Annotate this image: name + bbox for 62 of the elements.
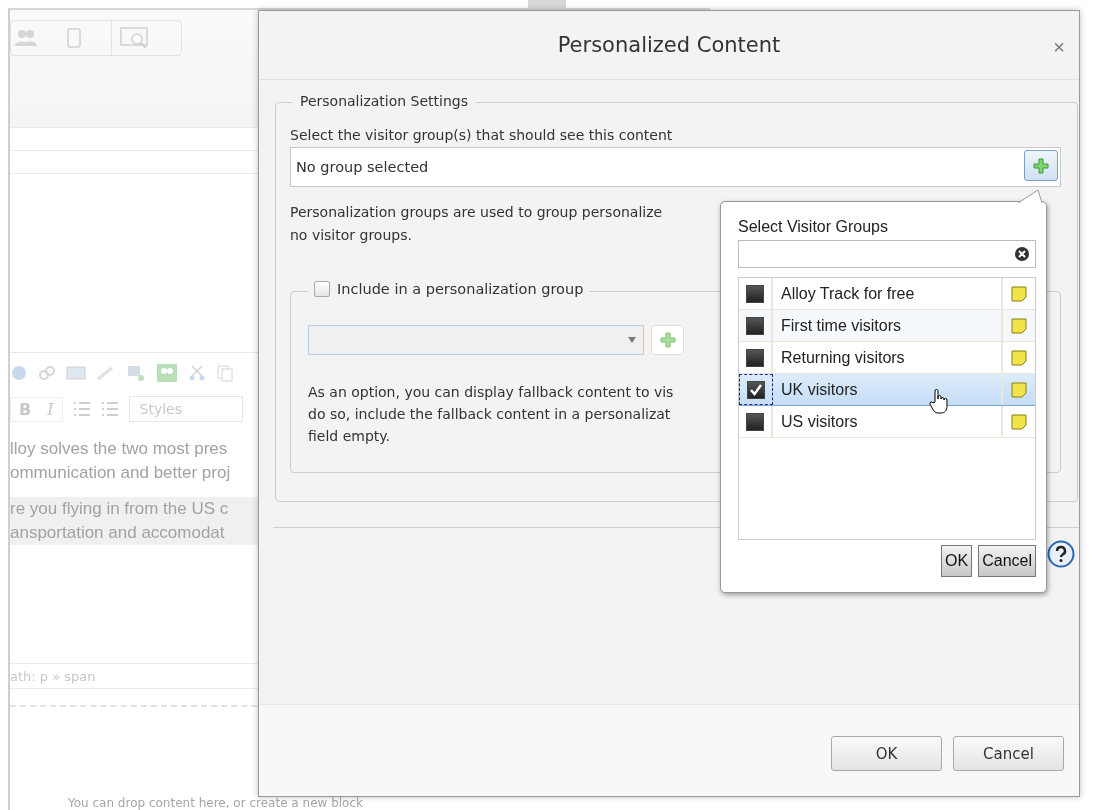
people-icon[interactable]: [15, 29, 37, 47]
group-name: US visitors: [780, 411, 858, 432]
group-checkbox[interactable]: [747, 380, 765, 399]
phone-icon[interactable]: [67, 28, 81, 48]
description-text: Personalization groups are used to group personalize: [290, 203, 663, 222]
group-name: First time visitors: [780, 315, 901, 336]
group-name: UK visitors: [780, 379, 858, 400]
fallback-text: do so, include the fallback content in a personalizat: [308, 405, 671, 424]
note-icon[interactable]: [1011, 349, 1027, 366]
popup-button[interactable]: OK: [941, 545, 973, 577]
dialog-button[interactable]: OK: [831, 736, 942, 771]
group-checkbox[interactable]: [746, 284, 764, 303]
dialog-title: Personalized Content: [557, 33, 781, 57]
note-icon[interactable]: [1011, 285, 1027, 302]
media-icon[interactable]: [126, 364, 146, 382]
help-icon[interactable]: [1047, 540, 1075, 568]
field-label: Select the visitor group(s) that should see this content: [290, 127, 674, 143]
group-dropdown[interactable]: [308, 325, 644, 355]
close-button[interactable]: ×: [1047, 35, 1071, 60]
description-text: no visitor groups.: [290, 226, 412, 245]
group-checkbox[interactable]: [746, 316, 764, 335]
paragraph: lloy solves the two most pres ommunication and better proj: [10, 438, 232, 484]
note-icon[interactable]: [1011, 381, 1027, 398]
add-group-button[interactable]: [1024, 150, 1058, 181]
dialog-button[interactable]: Cancel: [953, 736, 1064, 771]
plus-icon: [1033, 157, 1049, 174]
preview-icon[interactable]: [120, 27, 150, 49]
add-button[interactable]: [651, 325, 684, 355]
search-field[interactable]: [738, 240, 1036, 268]
drop-hint: You can drop content here, or create a new block: [67, 796, 363, 810]
paragraph: re you flying in from the US c ansportation and accomodat: [10, 497, 260, 545]
fieldset-legend: Personalization Settings: [292, 93, 477, 109]
people-image-icon[interactable]: [156, 363, 178, 383]
plus-icon: [659, 332, 676, 348]
group-checkbox[interactable]: [746, 412, 764, 431]
group-row[interactable]: UK visitors: [739, 374, 1035, 406]
include-checkbox[interactable]: [314, 281, 330, 297]
fallback-text: field empty.: [308, 427, 391, 446]
caret-icon: [627, 336, 637, 344]
popup-title: Select Visitor Groups: [738, 218, 889, 236]
group-row[interactable]: US visitors: [739, 406, 1035, 438]
include-label: Include in a personalization group: [337, 281, 584, 297]
scissors-icon[interactable]: [188, 364, 206, 382]
image-icon[interactable]: [66, 365, 86, 381]
numbered-list-icon[interactable]: [100, 401, 119, 417]
bullet-list-icon[interactable]: [72, 401, 91, 417]
group-name: Returning visitors: [780, 347, 905, 368]
group-row[interactable]: Alloy Track for free: [739, 278, 1035, 310]
unlink-icon[interactable]: [38, 364, 56, 382]
copy-icon[interactable]: [216, 364, 234, 382]
clear-icon[interactable]: [1015, 247, 1029, 261]
note-icon[interactable]: [1011, 317, 1027, 334]
note-icon[interactable]: [1011, 413, 1027, 430]
visitor-group-field[interactable]: No group selected: [290, 147, 1061, 187]
fallback-text: As an option, you can display fallback content to vis: [308, 383, 674, 402]
group-name: Alloy Track for free: [780, 283, 915, 304]
popup-button[interactable]: Cancel: [978, 545, 1036, 577]
group-row[interactable]: Returning visitors: [739, 342, 1035, 374]
hand-cursor-icon: [929, 388, 951, 414]
group-checkbox[interactable]: [746, 348, 764, 367]
group-row[interactable]: First time visitors: [739, 310, 1035, 342]
collapse-tab[interactable]: [528, 0, 566, 10]
